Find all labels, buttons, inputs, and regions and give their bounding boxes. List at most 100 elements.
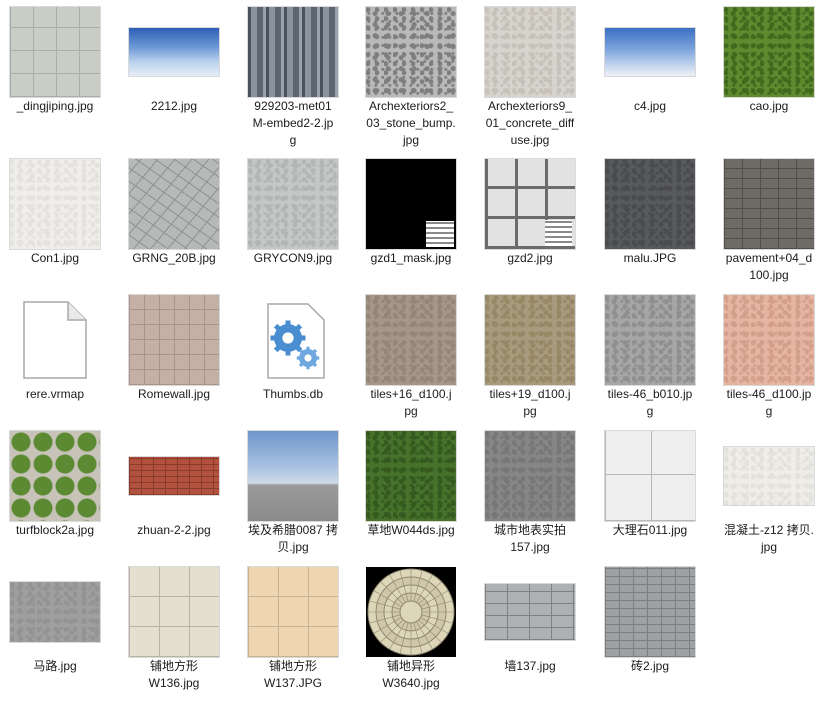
file-item[interactable]: zhuan-2-2.jpg: [115, 428, 233, 558]
file-item[interactable]: rere.vrmap: [0, 292, 114, 422]
settings-file-icon: [267, 303, 325, 379]
file-thumbnail: [484, 158, 576, 250]
file-item[interactable]: GRYCON9.jpg: [234, 156, 352, 286]
file-thumbnail: [365, 158, 457, 250]
file-item[interactable]: c4.jpg: [591, 4, 709, 134]
file-item[interactable]: 埃及希腊0087 拷贝.jpg: [234, 428, 352, 558]
thumbnail-area: [471, 4, 589, 100]
thumbnail-area: [471, 156, 589, 252]
thumbnail-area: [591, 428, 709, 524]
file-item[interactable]: turfblock2a.jpg: [0, 428, 114, 558]
file-name: zhuan-2-2.jpg: [137, 523, 211, 537]
file-name: rere.vrmap: [25, 387, 84, 401]
thumbnail-area: [352, 292, 470, 388]
file-item[interactable]: gzd2.jpg: [471, 156, 589, 286]
file-item[interactable]: 混凝土-z12 拷贝. jpg: [710, 428, 828, 558]
file-thumbnail: [247, 158, 339, 250]
thumbnail-area: [234, 428, 352, 524]
file-item[interactable]: tiles-46_b010.jp g: [591, 292, 709, 422]
thumbnail-area: [471, 428, 589, 524]
thumbnail-area: [0, 156, 114, 252]
file-name: 砖2.jpg: [630, 659, 670, 673]
file-thumbnail: [365, 6, 457, 98]
file-item[interactable]: 大理石011.jpg: [591, 428, 709, 558]
file-thumbnail: [484, 430, 576, 522]
file-item[interactable]: 草地W044ds.jpg: [352, 428, 470, 558]
file-name: Romewall.jpg: [137, 387, 211, 401]
thumbnail-area: [234, 156, 352, 252]
thumbnail-area: [234, 564, 352, 660]
file-item[interactable]: 铺地异形 W3640.jpg: [352, 564, 470, 694]
file-name: GRNG_20B.jpg: [132, 251, 216, 265]
file-item[interactable]: malu.JPG: [591, 156, 709, 286]
file-item[interactable]: 929203-met01 M-embed2-2.jp g: [234, 4, 352, 147]
file-item[interactable]: Thumbs.db: [234, 292, 352, 422]
file-item[interactable]: GRNG_20B.jpg: [115, 156, 233, 286]
thumbnail-area: [710, 428, 828, 524]
file-thumbnail: [128, 566, 220, 658]
file-name: 墙137.jpg: [504, 659, 556, 673]
thumbnail-area: [234, 292, 352, 388]
file-name: GRYCON9.jpg: [253, 251, 333, 265]
file-thumbnail: [723, 446, 815, 506]
file-name: gzd1_mask.jpg: [370, 251, 452, 265]
file-item[interactable]: 铺地方形 W137.JPG: [234, 564, 352, 694]
blank-file-icon: [23, 301, 87, 379]
file-item[interactable]: 砖2.jpg: [591, 564, 709, 694]
file-item[interactable]: tiles+16_d100.j pg: [352, 292, 470, 422]
file-thumbnail: [128, 456, 220, 496]
thumbnail-area: [115, 564, 233, 660]
file-name: 混凝土-z12 拷贝. jpg: [723, 523, 814, 554]
thumbnail-area: [591, 564, 709, 660]
file-thumbnail: [604, 158, 696, 250]
file-item[interactable]: 2212.jpg: [115, 4, 233, 134]
file-name: Thumbs.db: [262, 387, 324, 401]
thumbnail-area: [0, 292, 114, 388]
file-thumbnail: [604, 27, 696, 77]
file-name: gzd2.jpg: [507, 251, 553, 265]
file-thumbnail: [604, 294, 696, 386]
file-thumbnail: [9, 6, 101, 98]
thumbnail-area: [115, 156, 233, 252]
thumbnail-area: [352, 428, 470, 524]
file-name: 马路.jpg: [33, 659, 77, 673]
file-thumbnail: [247, 6, 339, 98]
file-name: tiles+16_d100.j pg: [370, 387, 452, 418]
file-name: turfblock2a.jpg: [15, 523, 95, 537]
file-thumbnail: [723, 158, 815, 250]
thumbnail-area: [352, 4, 470, 100]
file-item[interactable]: _dingjiping.jpg: [0, 4, 114, 134]
file-item[interactable]: tiles+19_d100.j pg: [471, 292, 589, 422]
file-item[interactable]: Archexteriors9_ 01_concrete_diff use.jpg: [471, 4, 589, 147]
file-item[interactable]: Archexteriors2_ 03_stone_bump. jpg: [352, 4, 470, 147]
file-item[interactable]: 墙137.jpg: [471, 564, 589, 694]
file-item[interactable]: 铺地方形 W136.jpg: [115, 564, 233, 694]
file-thumbnail: [484, 583, 576, 641]
file-item[interactable]: gzd1_mask.jpg: [352, 156, 470, 286]
thumbnail-area: [0, 4, 114, 100]
file-thumbnail: [604, 566, 696, 658]
file-thumbnail: [128, 294, 220, 386]
circle-paving-image: [366, 567, 456, 657]
file-item[interactable]: 城市地表实拍 157.jpg: [471, 428, 589, 558]
thumbnail-area: [471, 292, 589, 388]
file-item[interactable]: cao.jpg: [710, 4, 828, 134]
thumbnail-area: [710, 156, 828, 252]
file-item[interactable]: Romewall.jpg: [115, 292, 233, 422]
thumbnail-area: [591, 292, 709, 388]
thumbnail-area: [591, 156, 709, 252]
file-item[interactable]: pavement+04_d 100.jpg: [710, 156, 828, 286]
file-name: tiles-46_b010.jp g: [607, 387, 693, 418]
file-item[interactable]: Con1.jpg: [0, 156, 114, 286]
file-item[interactable]: tiles-46_d100.jp g: [710, 292, 828, 422]
file-thumbnail: [484, 294, 576, 386]
file-item[interactable]: 马路.jpg: [0, 564, 114, 694]
file-name: Archexteriors2_ 03_stone_bump. jpg: [366, 99, 456, 147]
thumbnail-area: [0, 428, 114, 524]
thumbnail-area: [115, 4, 233, 100]
file-name: malu.JPG: [623, 251, 677, 265]
thumbnail-area: [352, 564, 470, 660]
file-thumbnail: [365, 294, 457, 386]
file-thumbnail: [9, 158, 101, 250]
file-name: 城市地表实拍 157.jpg: [493, 523, 566, 554]
